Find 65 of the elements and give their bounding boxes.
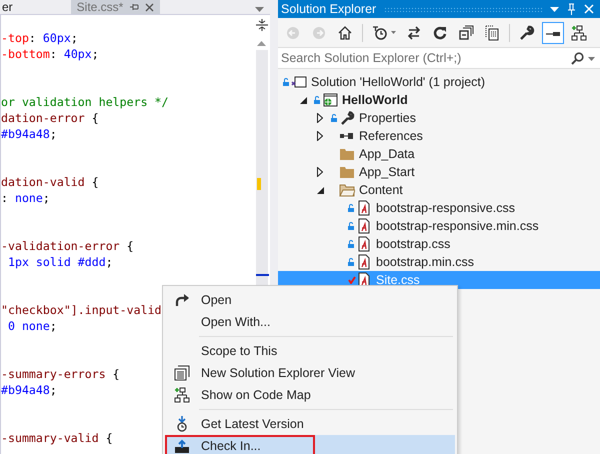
- menu-item[interactable]: Open: [165, 289, 455, 311]
- tree-item[interactable]: Properties: [278, 109, 600, 127]
- code-line: or validation helpers */: [1, 94, 169, 110]
- code-line: -top: 60px;: [1, 30, 78, 46]
- css-file-icon: [356, 218, 372, 234]
- redo-arrow-icon: [174, 293, 190, 307]
- code-line: -summary-errors {: [1, 366, 120, 382]
- menu-item[interactable]: Open With...: [165, 311, 455, 333]
- caret-position-marker: [256, 274, 268, 276]
- menu-item[interactable]: Scope to This: [165, 340, 455, 362]
- menu-item[interactable]: Show on Code Map: [165, 384, 455, 406]
- dropdown-arrow-icon[interactable]: [255, 7, 264, 12]
- tree-item[interactable]: App_Data: [278, 145, 600, 163]
- collapsed-arrow-icon[interactable]: [317, 131, 323, 141]
- search-icon[interactable]: [571, 52, 584, 65]
- tree-item[interactable]: Solution 'HelloWorld' (1 project): [278, 73, 600, 91]
- collapsed-arrow-icon[interactable]: [317, 167, 323, 177]
- panel-title-bar: Solution Explorer: [278, 0, 600, 18]
- tree-item[interactable]: bootstrap-responsive.min.css: [278, 217, 600, 235]
- tree-item[interactable]: Content: [278, 181, 600, 199]
- code-line: dation-error {: [1, 110, 99, 126]
- web-project-icon: [322, 92, 338, 108]
- folder-icon: [339, 146, 355, 162]
- collapsed-arrow-icon[interactable]: [317, 113, 323, 123]
- folder-icon: [339, 164, 355, 180]
- tree-item[interactable]: bootstrap.css: [278, 235, 600, 253]
- dropdown-arrow-icon[interactable]: [550, 6, 559, 12]
- code-line: "checkbox"].input-valid: [1, 302, 162, 318]
- pin-icon[interactable]: [129, 2, 140, 12]
- dropdown-arrow-icon[interactable]: [588, 57, 595, 61]
- code-line: -validation-error {: [1, 238, 134, 254]
- code-line: : none;: [1, 190, 50, 206]
- tree-item[interactable]: bootstrap-responsive.css: [278, 199, 600, 217]
- folder-icon: [339, 182, 355, 198]
- css-file-icon: [356, 236, 372, 252]
- code-line: 1px solid #ddd;: [6, 254, 113, 270]
- code-line: 0 none;: [6, 318, 57, 334]
- expanded-arrow-icon[interactable]: [300, 96, 307, 104]
- css-file-icon: [356, 254, 372, 270]
- search-field[interactable]: Search Solution Explorer (Ctrl+;): [278, 47, 600, 69]
- solution-icon: [291, 74, 307, 90]
- code-map-icon: [174, 387, 190, 403]
- upload-icon: [175, 439, 189, 453]
- wrench-icon: [339, 110, 355, 126]
- scroll-up-icon[interactable]: [257, 41, 266, 46]
- download-clock-icon: [176, 416, 188, 432]
- change-marker: [256, 178, 260, 190]
- menu-item[interactable]: Get Latest Version: [165, 413, 455, 435]
- code-line: dation-valid {: [1, 174, 99, 190]
- css-file-icon: [356, 200, 372, 216]
- tree-item[interactable]: bootstrap.min.css: [278, 253, 600, 271]
- close-icon[interactable]: [145, 2, 154, 12]
- tree-item[interactable]: References: [278, 127, 600, 145]
- code-line: #b94a48;: [1, 382, 57, 398]
- code-line: -bottom: 40px;: [1, 46, 99, 62]
- document-tab[interactable]: er: [0, 0, 19, 14]
- expanded-arrow-icon[interactable]: [317, 186, 324, 194]
- menu-item[interactable]: New Solution Explorer View: [165, 362, 455, 384]
- preview-icon[interactable]: [542, 22, 564, 44]
- tree-item[interactable]: App_Start: [278, 163, 600, 181]
- split-icon[interactable]: [256, 19, 268, 31]
- code-line: #b94a48;: [1, 126, 57, 142]
- code-line: -summary-valid {: [1, 430, 113, 446]
- window-list-icon: [174, 365, 190, 381]
- tree-item[interactable]: HelloWorld: [278, 91, 600, 109]
